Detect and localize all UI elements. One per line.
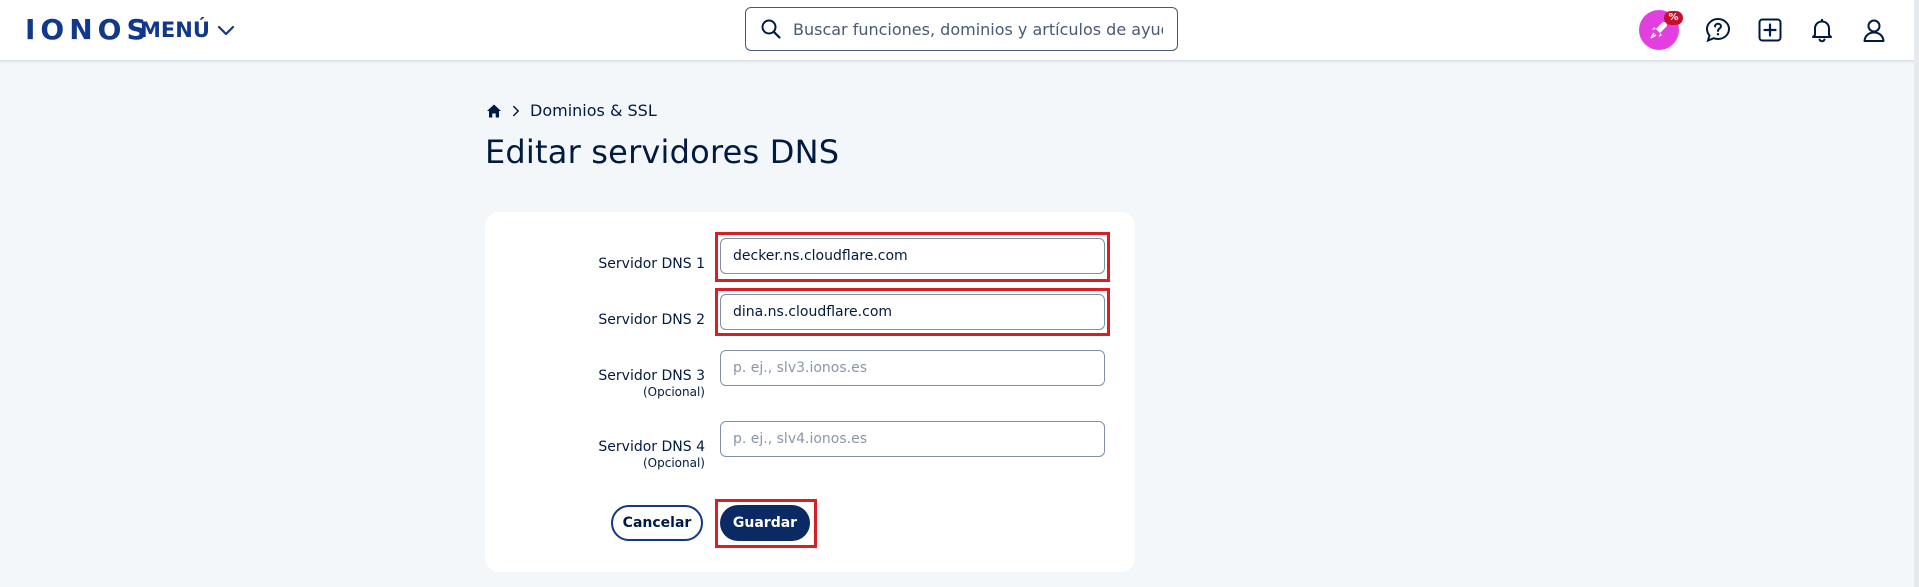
account-button[interactable] bbox=[1856, 12, 1892, 48]
dns-2-input[interactable] bbox=[720, 294, 1105, 330]
chevron-right-icon bbox=[513, 105, 519, 117]
main-menu-button[interactable]: MENÚ bbox=[140, 17, 236, 43]
dns-4-label-text: Servidor DNS 4 bbox=[598, 439, 705, 455]
page-title: Editar servidores DNS bbox=[485, 133, 840, 171]
breadcrumb: Dominios & SSL bbox=[486, 100, 657, 122]
add-icon bbox=[1758, 18, 1782, 42]
dns-2-label-text: Servidor DNS 2 bbox=[598, 312, 705, 328]
dns-4-optional-note: (Opcional) bbox=[643, 456, 705, 470]
search-box[interactable] bbox=[745, 7, 1178, 51]
dns-4-input[interactable] bbox=[720, 421, 1105, 457]
help-icon bbox=[1705, 17, 1731, 43]
dns-2-label: Servidor DNS 2 bbox=[485, 311, 705, 329]
page-scrollbar[interactable] bbox=[1914, 0, 1919, 587]
dns-1-label: Servidor DNS 1 bbox=[485, 255, 705, 273]
dns-1-input[interactable] bbox=[720, 238, 1105, 274]
cancel-button[interactable]: Cancelar bbox=[611, 505, 703, 541]
dns-3-label: Servidor DNS 3 (Opcional) bbox=[485, 367, 705, 400]
breadcrumb-item-domains[interactable]: Dominios & SSL bbox=[530, 100, 657, 122]
home-icon[interactable] bbox=[486, 103, 502, 119]
dns-form-card: Servidor DNS 1 Servidor DNS 2 Servidor D… bbox=[485, 212, 1135, 572]
dns-3-label-text: Servidor DNS 3 bbox=[598, 368, 705, 384]
notifications-button[interactable] bbox=[1804, 12, 1840, 48]
dns-3-optional-note: (Opcional) bbox=[643, 385, 705, 399]
dns-1-label-text: Servidor DNS 1 bbox=[598, 256, 705, 272]
dns-3-input[interactable] bbox=[720, 350, 1105, 386]
ionos-logo[interactable]: IONOS bbox=[25, 15, 152, 45]
user-icon bbox=[1863, 19, 1885, 42]
dns-4-label: Servidor DNS 4 (Opcional) bbox=[485, 438, 705, 471]
promo-badge: % bbox=[1664, 11, 1683, 25]
save-button[interactable]: Guardar bbox=[720, 505, 810, 541]
add-button[interactable] bbox=[1752, 12, 1788, 48]
top-bar: IONOS MENÚ % bbox=[0, 0, 1919, 61]
chevron-down-icon bbox=[217, 25, 234, 36]
search-input[interactable] bbox=[793, 19, 1163, 39]
search-icon bbox=[761, 19, 781, 39]
bell-icon bbox=[1812, 19, 1832, 43]
help-button[interactable] bbox=[1700, 12, 1736, 48]
menu-label: MENÚ bbox=[140, 18, 210, 42]
